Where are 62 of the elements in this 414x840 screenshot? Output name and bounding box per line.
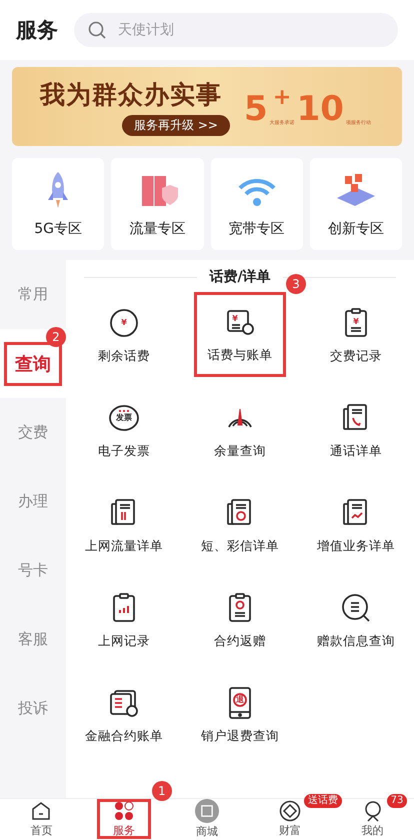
- service-label: 短、彩信详单: [201, 538, 279, 555]
- service-label: 交费记录: [330, 348, 382, 365]
- service-item[interactable]: 短、彩信详单: [182, 478, 298, 573]
- nav-label: 财富: [278, 823, 301, 838]
- zone-card[interactable]: 创新专区: [310, 158, 402, 250]
- service-item[interactable]: 退 销户退费查询: [182, 668, 298, 763]
- service-label: 通话详单: [330, 443, 382, 460]
- nav-badge: 73: [386, 794, 408, 808]
- service-label: 上网记录: [98, 633, 150, 650]
- service-label: 增值业务详单: [317, 538, 395, 555]
- service-label: 电子发票: [98, 443, 150, 460]
- zone-label: 流量专区: [129, 220, 186, 238]
- nav-tab[interactable]: 商城: [188, 799, 225, 839]
- nav-label: 我的: [362, 823, 384, 838]
- service-item[interactable]: 上网记录: [66, 573, 182, 668]
- zone-card[interactable]: 5G专区: [12, 158, 104, 250]
- zone-label: 宽带专区: [228, 220, 285, 238]
- banner-number: 5: [244, 92, 268, 126]
- yuan-coin-icon: [107, 306, 141, 340]
- service-item[interactable]: 合约返赠: [182, 573, 298, 668]
- nav-tab[interactable]: 服务: [97, 799, 152, 839]
- step-number: 3: [286, 274, 306, 294]
- service-item[interactable]: 金融合约账单: [66, 668, 182, 763]
- service-item[interactable]: 通话详单: [298, 383, 414, 478]
- grid-dots-icon: [113, 800, 136, 822]
- service-label: 合约返赠: [214, 633, 266, 650]
- banner-number: 10: [296, 92, 344, 126]
- icon-text: ¥: [231, 314, 239, 324]
- service-label: 剩余话费: [98, 348, 150, 365]
- banner-button[interactable]: 服务再升级 >>: [122, 114, 230, 136]
- zone-card[interactable]: 宽带专区: [210, 158, 303, 250]
- icon-text: ¥: [352, 317, 360, 327]
- icon-text: ¥: [120, 318, 128, 328]
- service-item[interactable]: ¥ 话费与账单: [194, 292, 286, 377]
- service-label: 赠款信息查询: [317, 633, 395, 650]
- zone-card[interactable]: 流量专区: [111, 158, 204, 250]
- banner-headline: 我为群众办实事: [40, 78, 222, 110]
- icon-text: 发票: [115, 413, 133, 423]
- section-title: 话费/详单: [209, 268, 271, 286]
- nav-label: 商城: [196, 824, 218, 839]
- service-item[interactable]: 增值业务详单: [298, 478, 414, 573]
- service-item[interactable]: ¥ 剩余话费: [66, 288, 182, 383]
- service-item[interactable]: 上网流量详单: [66, 478, 182, 573]
- service-label: 销户退费查询: [201, 728, 279, 745]
- search-field[interactable]: 天使计划: [74, 13, 398, 47]
- service-label: 金融合约账单: [85, 728, 163, 745]
- nav-label: 服务: [113, 823, 136, 838]
- service-item[interactable]: 赠款信息查询: [298, 573, 414, 668]
- service-label: 话费与账单: [208, 347, 272, 364]
- home-icon: [30, 800, 52, 822]
- service-item[interactable]: 余量查询: [182, 383, 298, 478]
- service-label: 上网流量详单: [85, 538, 163, 555]
- zone-label: 5G专区: [34, 220, 82, 238]
- banner-plus: +: [272, 87, 292, 109]
- service-label: 余量查询: [214, 443, 266, 460]
- nav-label: 首页: [30, 823, 52, 838]
- service-item[interactable]: 发票 电子发票: [66, 383, 182, 478]
- nav-badge: 送话费: [304, 794, 342, 808]
- zone-label: 创新专区: [328, 220, 384, 238]
- icon-text: 退: [235, 695, 245, 705]
- nav-tab[interactable]: 首页: [24, 799, 58, 839]
- page-title: 服务: [16, 17, 58, 44]
